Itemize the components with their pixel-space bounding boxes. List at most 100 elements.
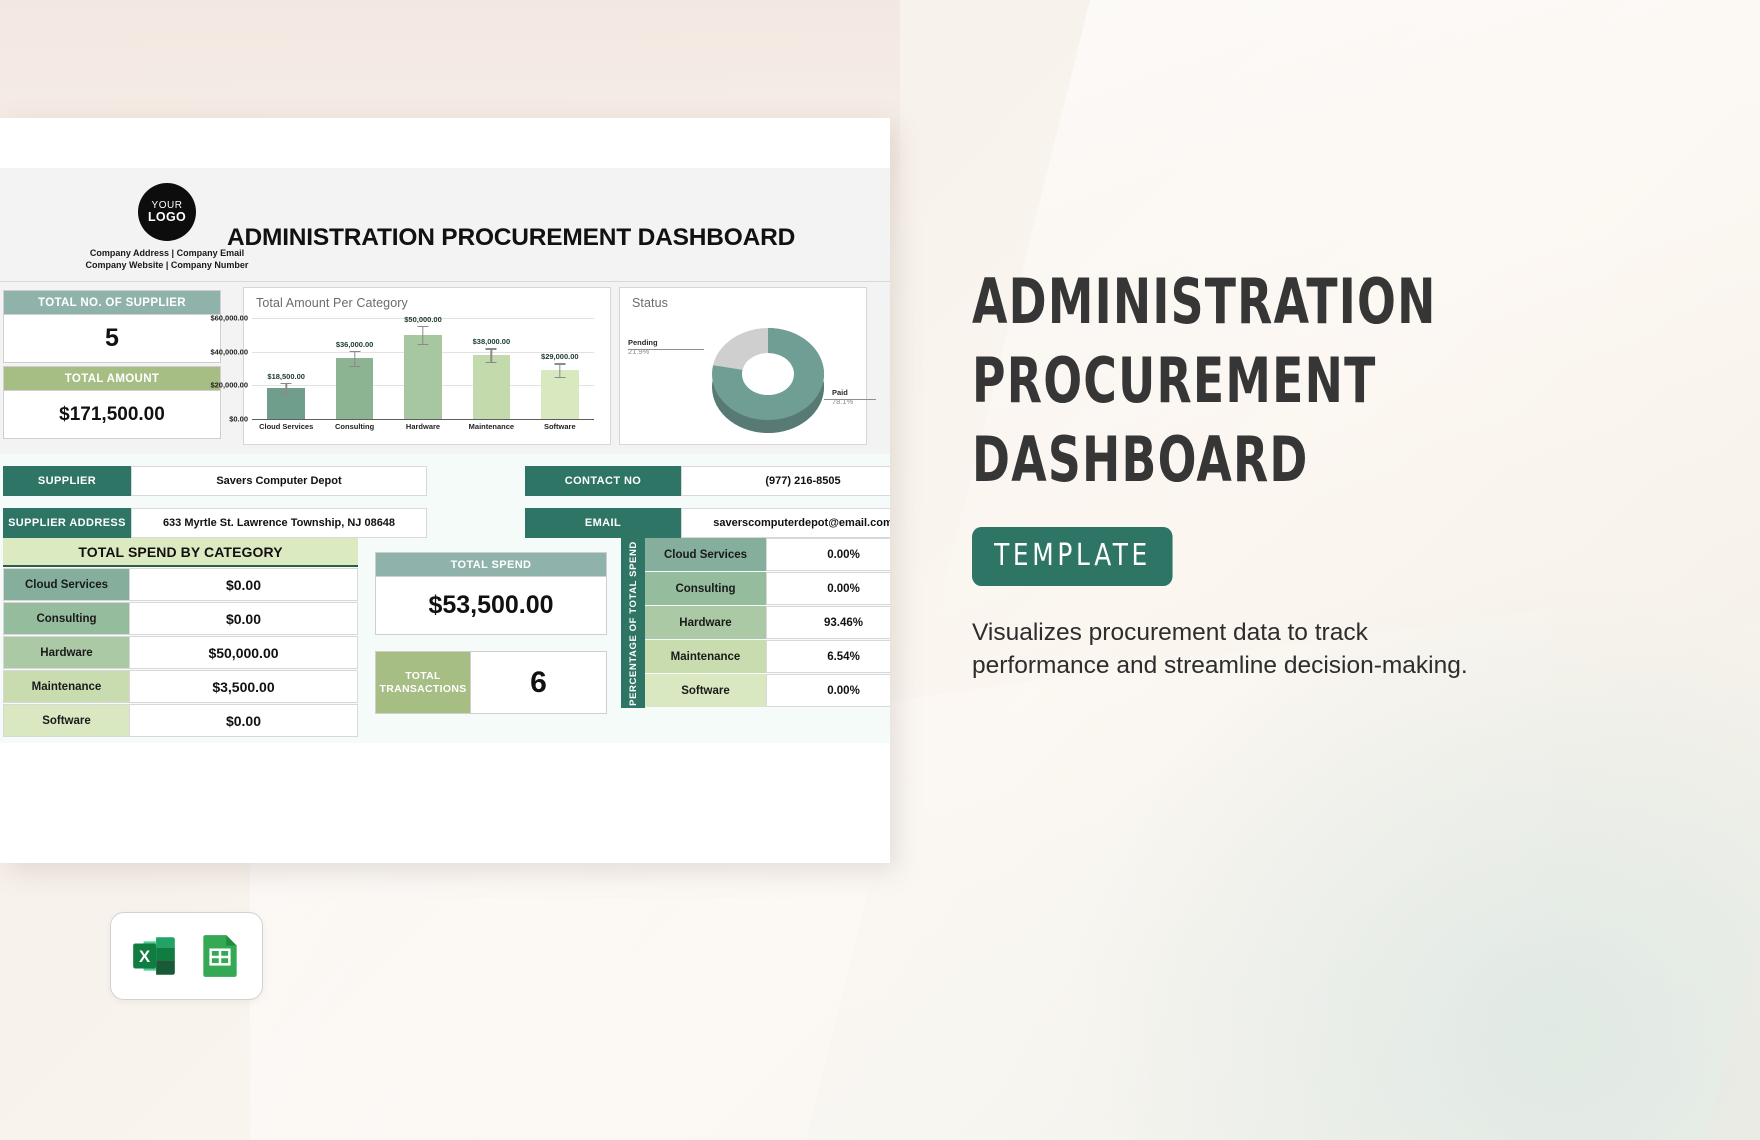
bar-chart-axis: [252, 419, 594, 421]
percentage-row: Consulting 0.00%: [645, 572, 890, 605]
spend-category-row: Consulting $0.00: [3, 602, 358, 635]
bar-chart-bar: [472, 355, 511, 419]
svg-text:X: X: [139, 947, 150, 966]
spend-category-row: Maintenance $3,500.00: [3, 670, 358, 703]
bar-chart-x-label: Cloud Services: [259, 422, 314, 431]
percentage-category-name: Software: [645, 674, 767, 707]
donut-callout: Paid 78.1%: [832, 388, 853, 406]
donut-callout-leader: [628, 349, 704, 350]
supplier-info-band: SUPPLIER Savers Computer Depot SUPPLIER …: [0, 454, 890, 538]
bar-chart-value-label: $38,000.00: [472, 337, 511, 347]
email-value[interactable]: saverscomputerdepot@email.com: [681, 508, 890, 538]
promo-description: Visualizes procurement data to track per…: [972, 619, 1468, 679]
template-preview-viewport: YOUR LOGO Company Address | Company Emai…: [0, 118, 890, 863]
bar-chart-y-tick: $20,000.00: [210, 380, 248, 390]
spend-category-name: Software: [3, 704, 130, 737]
excel-icon[interactable]: X: [129, 931, 179, 981]
total-spend-label: TOTAL SPEND: [375, 552, 607, 577]
spend-category-value: $0.00: [130, 704, 358, 737]
percentage-value: 6.54%: [767, 640, 890, 673]
spend-category-value: $50,000.00: [130, 636, 358, 669]
bar-chart-x-label: Software: [543, 422, 576, 431]
kpi-and-charts-row: TOTAL NO. OF SUPPLIER 5 TOTAL AMOUNT $17…: [0, 282, 890, 454]
bar-chart-error-cap: [349, 365, 361, 368]
total-transactions-card: TOTAL TRANSACTIONS 6: [375, 651, 607, 714]
percentage-row: Cloud Services 0.00%: [645, 538, 890, 571]
kpi-suppliers-value: 5: [3, 315, 221, 363]
bar-chart-error-cap: [417, 344, 429, 346]
bar-chart-error-bar: [285, 382, 287, 393]
percentage-side-label-text: PERCENTAGE OF TOTAL SPEND: [627, 540, 639, 706]
bar-chart-value-label: $18,500.00: [267, 371, 305, 381]
status-donut-chart: Pending 21.9% Paid 78.1%: [628, 320, 876, 438]
kpi-card-suppliers: TOTAL NO. OF SUPPLIER 5: [3, 290, 221, 363]
promo-panel: ADMINISTRATION PROCUREMENT DASHBOARD TEM…: [972, 262, 1672, 682]
kpi-amount-value: $171,500.00: [3, 391, 221, 439]
spend-category-name: Hardware: [3, 636, 130, 669]
percentage-row: Maintenance 6.54%: [645, 640, 890, 673]
supplier-value[interactable]: Savers Computer Depot: [131, 466, 427, 496]
total-transactions-value: 6: [471, 651, 607, 714]
bar-chart-x-label: Consulting: [335, 422, 375, 431]
percentage-value: 0.00%: [767, 674, 890, 707]
bar-chart-error-cap: [485, 348, 497, 350]
bar-chart-error-cap: [349, 350, 361, 353]
percentage-side-label: PERCENTAGE OF TOTAL SPEND: [621, 538, 645, 708]
company-line-2: Company Website | Company Number: [85, 259, 249, 270]
bar-chart-x-label: Maintenance: [468, 422, 515, 431]
bar-chart-panel: Total Amount Per Category $0.00 $20,000.0…: [210, 287, 611, 445]
spend-category-name: Consulting: [3, 602, 130, 635]
bar-chart-value-label: $29,000.00: [541, 352, 579, 362]
bar-chart-error-bar: [422, 325, 424, 345]
bar-chart-title: Total Amount Per Category: [256, 296, 408, 310]
supplier-address-row: SUPPLIER ADDRESS 633 Myrtle St. Lawrence…: [3, 508, 427, 538]
percentage-value: 0.00%: [767, 538, 890, 571]
donut-callout-label: Pending: [628, 338, 658, 347]
donut-hole: [742, 353, 794, 395]
total-spend-card-group: TOTAL SPEND $53,500.00 TOTAL TRANSACTION…: [375, 552, 607, 714]
kpi-card-amount: TOTAL AMOUNT $171,500.00: [3, 366, 221, 439]
promo-title-line-2: PROCUREMENT: [972, 344, 1377, 417]
promo-title: ADMINISTRATION PROCUREMENT DASHBOARD: [972, 262, 1546, 499]
donut-callout-label: Paid: [832, 388, 848, 397]
supplier-address-value[interactable]: 633 Myrtle St. Lawrence Township, NJ 086…: [131, 508, 427, 538]
bar-chart-plot: $0.00 $20,000.00 $40,000.00 $60,000.00 $18,5…: [210, 314, 594, 433]
template-preview-card[interactable]: YOUR LOGO Company Address | Company Emai…: [0, 118, 890, 863]
spreadsheet-sheet: YOUR LOGO Company Address | Company Emai…: [0, 168, 890, 743]
spend-category-row: Hardware $50,000.00: [3, 636, 358, 669]
percentage-row: Software 0.00%: [645, 674, 890, 707]
bar-chart-error-cap: [417, 325, 429, 327]
bar-chart-y-tick: $0.00: [229, 414, 248, 424]
percentage-rows: Cloud Services 0.00% Consulting 0.00% Hardwa…: [645, 538, 890, 708]
bar-chart-error-cap: [280, 392, 292, 395]
promo-title-line-1: ADMINISTRATION: [972, 265, 1437, 338]
total-spend-by-category-title: TOTAL SPEND BY CATEGORY: [3, 538, 358, 567]
spend-category-row: Cloud Services $0.00: [3, 568, 358, 601]
total-spend-by-category-rows: Cloud Services $0.00 Consulting $0.00 Hardwa…: [3, 568, 358, 737]
percentage-category-name: Consulting: [645, 572, 767, 605]
total-transactions-label: TOTAL TRANSACTIONS: [375, 651, 471, 714]
status-donut-svg: [712, 328, 824, 433]
spend-category-value: $3,500.00: [130, 670, 358, 703]
percentage-row: Hardware 93.46%: [645, 606, 890, 639]
logo-line-2: LOGO: [147, 210, 186, 224]
bar-chart-y-tick: $40,000.00: [210, 347, 248, 357]
kpi-suppliers-label: TOTAL NO. OF SUPPLIER: [3, 290, 221, 315]
contact-value[interactable]: (977) 216-8505: [681, 466, 890, 496]
bar-chart-error-cap: [554, 363, 566, 365]
percentage-category-name: Maintenance: [645, 640, 767, 673]
donut-callout: Pending 21.9%: [628, 338, 658, 356]
google-sheets-icon[interactable]: [195, 931, 245, 981]
kpi-amount-label: TOTAL AMOUNT: [3, 366, 221, 391]
bar-chart-error-cap: [554, 376, 566, 379]
status-chart-title: Status: [632, 296, 669, 310]
percentage-value: 93.46%: [767, 606, 890, 639]
email-label: EMAIL: [525, 508, 681, 538]
contact-label: CONTACT NO: [525, 466, 681, 496]
promo-title-line-3: DASHBOARD: [972, 423, 1309, 496]
logo-placeholder-icon: YOUR LOGO: [138, 183, 196, 241]
file-format-badge: X: [110, 912, 263, 1000]
supplier-row: SUPPLIER Savers Computer Depot: [3, 466, 427, 496]
spend-category-value: $0.00: [130, 568, 358, 601]
bar-chart-error-bar: [353, 350, 356, 366]
